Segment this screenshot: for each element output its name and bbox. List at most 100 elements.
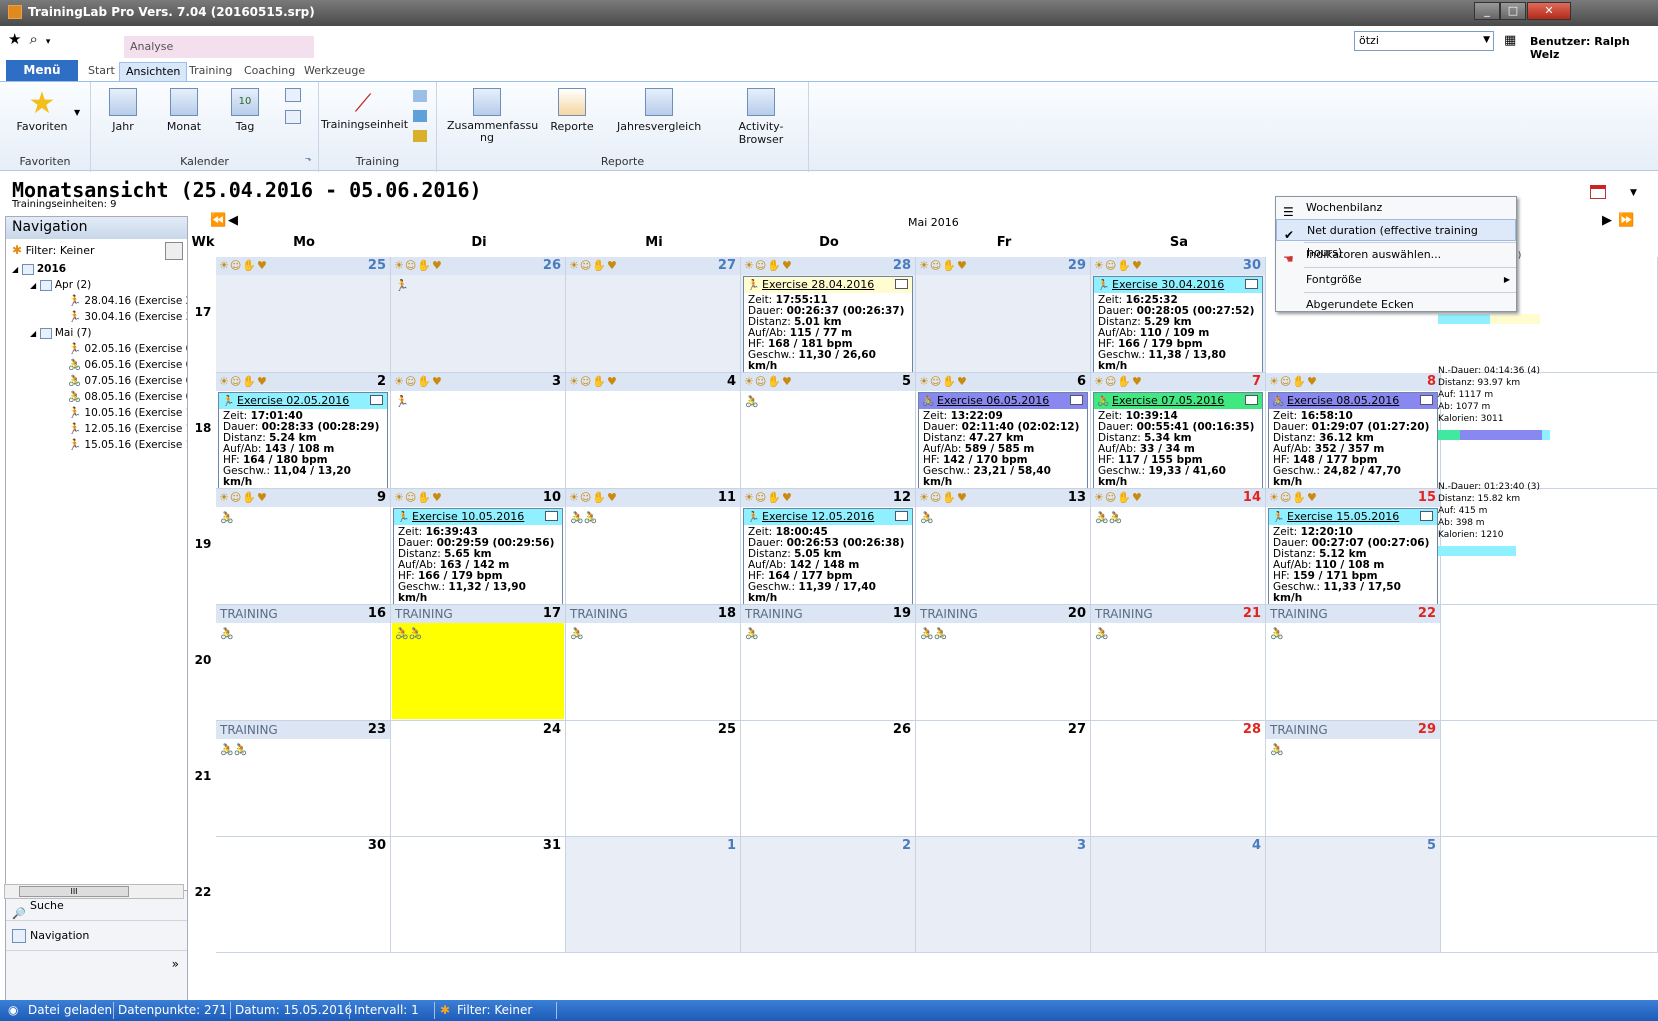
tab-start[interactable]: Start — [82, 62, 121, 82]
tree-month-apr[interactable]: ◢ Apr (2) — [12, 277, 187, 293]
day-cell[interactable]: TRAINING 20 🚴🚴 — [916, 605, 1091, 721]
details-icon[interactable] — [370, 395, 383, 405]
bar-chart-icon[interactable] — [413, 110, 427, 122]
day-cell[interactable]: ☀☺✋♥ 8 🚴 Exercise 08.05.2016 Zeit: 16:58:10 D… — [1266, 373, 1441, 489]
day-cell[interactable]: TRAINING 18 🚴 — [566, 605, 741, 721]
zusammenfassung-button[interactable]: Zusammenfassu ng — [447, 88, 538, 144]
expand-panel-button[interactable]: » — [6, 951, 187, 977]
day-cell[interactable]: 27 — [916, 721, 1091, 837]
prev-year-icon[interactable]: ⏪ — [210, 213, 226, 228]
exercise-card[interactable]: 🏃 Exercise 02.05.2016 Zeit: 17:01:40 Dauer:… — [218, 392, 388, 488]
day-cell[interactable]: 24 — [391, 721, 566, 837]
calendar-options-icon[interactable] — [1590, 185, 1606, 199]
exercise-card[interactable]: 🏃 Exercise 10.05.2016 Zeit: 16:39:43 Dauer:… — [393, 508, 563, 604]
day-cell[interactable]: TRAINING 29 🚴 — [1266, 721, 1441, 837]
user-select[interactable]: ötzi ▼ — [1354, 31, 1494, 51]
exercise-card[interactable]: 🏃 Exercise 15.05.2016 Zeit: 12:20:10 Dauer:… — [1268, 508, 1438, 604]
nav-scrollbar[interactable]: III — [4, 884, 184, 899]
menu-item-abgerundete-ecken[interactable]: Abgerundete Ecken — [1276, 294, 1516, 316]
jahresvergleich-button[interactable]: Jahresvergleich — [617, 88, 701, 133]
chevron-down-icon[interactable]: ▼ — [74, 108, 80, 117]
activity-icon[interactable]: 🚴 — [570, 627, 584, 640]
details-icon[interactable] — [1420, 395, 1433, 405]
day-cell[interactable]: ☀☺✋♥ 27 — [566, 257, 741, 373]
import-icon[interactable] — [413, 90, 427, 102]
tree-item[interactable]: 🏃 02.05.16 (Exercise 0 — [12, 341, 187, 357]
day-cell[interactable]: ☀☺✋♥ 26 🏃 — [391, 257, 566, 373]
menu-item-indikatoren[interactable]: ☚ Indikatoren auswählen... — [1276, 244, 1516, 266]
activity-icon[interactable]: 🚴 — [1095, 627, 1109, 640]
exercise-card[interactable]: 🚴 Exercise 07.05.2016 Zeit: 10:39:14 Dauer:… — [1093, 392, 1263, 488]
day-cell[interactable]: ☀☺✋♥ 6 🚴 Exercise 06.05.2016 Zeit: 13:22:09 D… — [916, 373, 1091, 489]
day-cell[interactable]: 31 — [391, 837, 566, 953]
day-cell[interactable]: ☀☺✋♥ 28 🏃 Exercise 28.04.2016 Zeit: 17:55:11… — [741, 257, 916, 373]
exercise-title[interactable]: 🚴 Exercise 07.05.2016 — [1094, 393, 1262, 409]
exercise-title[interactable]: 🏃 Exercise 02.05.2016 — [219, 393, 387, 409]
day-cell[interactable]: 3 — [916, 837, 1091, 953]
day-cell[interactable]: 1 — [566, 837, 741, 953]
activity-icon[interactable]: 🚴🚴 — [920, 627, 947, 640]
tree-item[interactable]: 🚴 07.05.16 (Exercise 0 — [12, 373, 187, 389]
edit-icon[interactable] — [413, 130, 427, 142]
day-cell[interactable]: 26 — [741, 721, 916, 837]
context-tab-analyse[interactable]: Analyse — [124, 36, 314, 58]
activity-icon[interactable]: 🚴🚴 — [1095, 511, 1122, 524]
tab-werkzeuge[interactable]: Werkzeuge — [298, 62, 371, 82]
tree-year[interactable]: ◢ 2016 — [12, 261, 187, 277]
day-cell[interactable]: ☀☺✋♥ 25 — [216, 257, 391, 373]
day-cell[interactable]: ☀☺✋♥ 15 🏃 Exercise 15.05.2016 Zeit: 12:20:10… — [1266, 489, 1441, 605]
activity-icon[interactable]: 🚴🚴 — [395, 627, 422, 640]
tree-item[interactable]: 🏃 30.04.16 (Exercise 3 — [12, 309, 187, 325]
day-cell[interactable]: ☀☺✋♥ 14 🚴🚴 — [1091, 489, 1266, 605]
tag-button[interactable]: 10 Tag — [228, 88, 262, 133]
exercise-title[interactable]: 🏃 Exercise 12.05.2016 — [744, 509, 912, 525]
activity-icon[interactable]: 🏃 — [395, 279, 409, 292]
activity-icon[interactable]: 🚴 — [220, 627, 234, 640]
day-cell[interactable]: 30 — [216, 837, 391, 953]
activity-icon[interactable]: 🚴🚴 — [570, 511, 597, 524]
exercise-card[interactable]: 🏃 Exercise 30.04.2016 Zeit: 16:25:32 Dauer:… — [1093, 276, 1263, 372]
exercise-title[interactable]: 🏃 Exercise 28.04.2016 — [744, 277, 912, 293]
tree-item[interactable]: 🏃 12.05.16 (Exercise 1 — [12, 421, 187, 437]
day-cell[interactable]: TRAINING 16 🚴 — [216, 605, 391, 721]
maximize-button[interactable]: □ — [1500, 2, 1526, 20]
details-icon[interactable] — [1070, 395, 1083, 405]
reporte-button[interactable]: Reporte — [549, 88, 595, 133]
day-cell[interactable]: 5 — [1266, 837, 1441, 953]
day-cell[interactable]: ☀☺✋♥ 30 🏃 Exercise 30.04.2016 Zeit: 16:25:32… — [1091, 257, 1266, 373]
details-icon[interactable] — [895, 511, 908, 521]
menu-item-fontgroesse[interactable]: Fontgröße ▶ — [1276, 269, 1516, 291]
tree-item[interactable]: 🚴 08.05.16 (Exercise 0 — [12, 389, 187, 405]
scrollbar-thumb[interactable]: III — [19, 886, 129, 897]
tab-ansichten[interactable]: Ansichten — [119, 62, 188, 82]
activity-icon[interactable]: 🚴 — [745, 395, 759, 408]
chevron-down-icon[interactable]: ▾ — [46, 37, 51, 47]
exercise-card[interactable]: 🏃 Exercise 12.05.2016 Zeit: 18:00:45 Dauer:… — [743, 508, 913, 604]
menu-item-wochenbilanz[interactable]: ☰ Wochenbilanz — [1276, 197, 1516, 219]
activity-icon[interactable]: 🏃 — [395, 395, 409, 408]
navigation-button[interactable]: Navigation — [6, 921, 187, 951]
tree-item[interactable]: 🚴 06.05.16 (Exercise 0 — [12, 357, 187, 373]
day-cell[interactable]: ☀☺✋♥ 9 🚴 — [216, 489, 391, 605]
details-icon[interactable] — [895, 279, 908, 289]
close-button[interactable]: ✕ — [1527, 2, 1571, 20]
day-cell[interactable]: ☀☺✋♥ 11 🚴🚴 — [566, 489, 741, 605]
exercise-title[interactable]: 🏃 Exercise 10.05.2016 — [394, 509, 562, 525]
exercise-card[interactable]: 🚴 Exercise 06.05.2016 Zeit: 13:22:09 Dauer:… — [918, 392, 1088, 488]
exercise-title[interactable]: 🚴 Exercise 06.05.2016 — [919, 393, 1087, 409]
details-icon[interactable] — [1420, 511, 1433, 521]
day-cell[interactable]: TRAINING 21 🚴 — [1091, 605, 1266, 721]
filter-button[interactable] — [165, 242, 183, 260]
day-cell[interactable]: 25 — [566, 721, 741, 837]
favoriten-button[interactable]: ★ Favoriten — [12, 88, 72, 134]
activity-browser-button[interactable]: Activity-Browser — [718, 88, 804, 146]
details-icon[interactable] — [545, 511, 558, 521]
jahr-button[interactable]: Jahr — [103, 88, 143, 133]
menu-tab[interactable]: Menü — [6, 60, 78, 81]
prev-month-icon[interactable]: ◀ — [228, 213, 238, 228]
day-cell[interactable]: ☀☺✋♥ 10 🏃 Exercise 10.05.2016 Zeit: 16:39:43… — [391, 489, 566, 605]
day-cell[interactable]: ☀☺✋♥ 2 🏃 Exercise 02.05.2016 Zeit: 17:01:40 D… — [216, 373, 391, 489]
star-icon[interactable]: ★ — [8, 30, 21, 48]
activity-icon[interactable]: 🚴 — [745, 627, 759, 640]
exercise-title[interactable]: 🏃 Exercise 30.04.2016 — [1094, 277, 1262, 293]
